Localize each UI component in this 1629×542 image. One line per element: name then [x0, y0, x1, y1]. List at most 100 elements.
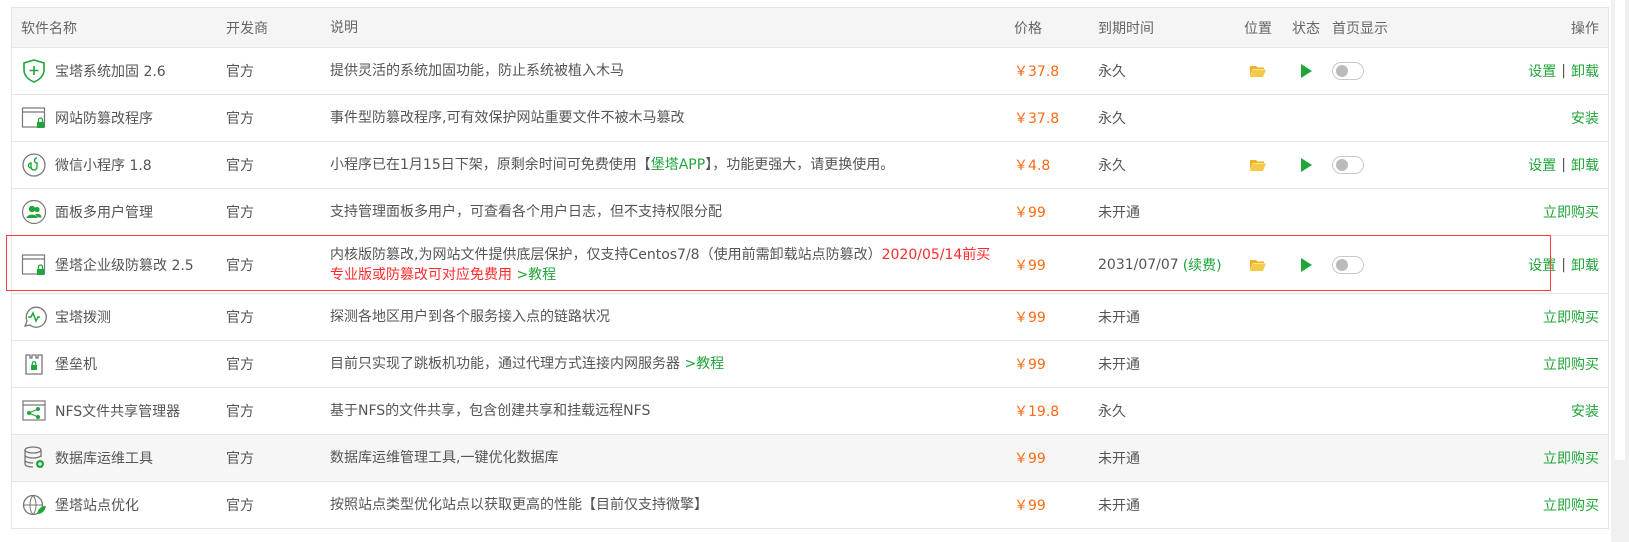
- plugin-dev: 官方: [226, 158, 254, 174]
- folder-icon[interactable]: [1236, 48, 1280, 94]
- col-price[interactable]: 价格: [1014, 8, 1042, 47]
- shield-plus-icon: [21, 58, 47, 84]
- plugin-price: ￥37.8: [1014, 64, 1060, 80]
- plugin-name: 堡塔企业级防篡改 2.5: [55, 257, 194, 274]
- plugin-dev: 官方: [226, 498, 254, 514]
- site-optimize-icon: [21, 492, 47, 518]
- plugin-dev: 官方: [226, 404, 254, 420]
- buy-link[interactable]: 立即购买: [1543, 354, 1599, 374]
- plugin-expiry: 2031/07/07: [1098, 256, 1179, 273]
- mini-program-icon: [21, 152, 47, 178]
- settings-link[interactable]: 设置: [1528, 155, 1556, 175]
- plugin-table: 软件名称 开发商 说明 价格 到期时间 位置 状态 首页显示 操作 宝塔系统加固…: [11, 7, 1609, 529]
- folder-icon[interactable]: [1236, 236, 1280, 293]
- plugin-name: 网站防篡改程序: [55, 111, 153, 127]
- folder-icon[interactable]: [1236, 142, 1280, 188]
- plugin-price: ￥99: [1014, 257, 1046, 274]
- plugin-desc: 小程序已在1月15日下架，原剩余时间可免费使用【堡塔APP】，功能更强大，请更换…: [330, 157, 895, 173]
- table-row: 数据库运维工具 官方 数据库运维管理工具,一键优化数据库 ￥99 未开通 立即购…: [12, 435, 1608, 482]
- uninstall-link[interactable]: 卸载: [1571, 255, 1599, 275]
- settings-link[interactable]: 设置: [1528, 61, 1556, 81]
- buy-link[interactable]: 立即购买: [1543, 307, 1599, 327]
- home-toggle[interactable]: [1332, 156, 1364, 174]
- plugin-name: 微信小程序 1.8: [55, 158, 152, 174]
- table-header: 软件名称 开发商 说明 价格 到期时间 位置 状态 首页显示 操作: [12, 8, 1608, 48]
- table-row: 微信小程序 1.8 官方 小程序已在1月15日下架，原剩余时间可免费使用【堡塔A…: [12, 142, 1608, 189]
- col-location: 位置: [1244, 20, 1272, 37]
- plugin-desc: 按照站点类型优化站点以获取更高的性能【目前仅支持微擎】: [330, 497, 708, 513]
- plugin-name: 堡垒机: [55, 357, 97, 373]
- home-toggle[interactable]: [1332, 62, 1364, 80]
- table-row: 堡塔企业级防篡改 2.5 官方 内核版防篡改,为网站文件提供底层保护，仅支持Ce…: [12, 236, 1608, 294]
- plugin-desc: 内核版防篡改,为网站文件提供底层保护，仅支持Centos7/8（使用前需卸载站点…: [330, 246, 991, 283]
- window-lock-icon: [21, 252, 47, 278]
- plugin-desc: 目前只实现了跳板机功能，通过代理方式连接内网服务器 >教程: [330, 356, 725, 372]
- plugin-dev: 官方: [226, 205, 254, 221]
- plugin-dev: 官方: [226, 111, 254, 127]
- renew-link[interactable]: (续费): [1183, 255, 1222, 275]
- table-row: 堡垒机 官方 目前只实现了跳板机功能，通过代理方式连接内网服务器 >教程 ￥99…: [12, 341, 1608, 388]
- play-icon[interactable]: [1284, 48, 1328, 94]
- share-icon: [21, 398, 47, 424]
- col-dev: 开发商: [226, 20, 268, 37]
- plugin-price: ￥99: [1014, 205, 1046, 221]
- col-name[interactable]: 软件名称: [21, 8, 77, 47]
- plugin-desc: 数据库运维管理工具,一键优化数据库: [330, 450, 559, 466]
- plugin-expiry: 永久: [1098, 158, 1126, 174]
- plugin-price: ￥99: [1014, 357, 1046, 373]
- home-toggle[interactable]: [1332, 255, 1364, 274]
- table-row: NFS文件共享管理器 官方 基于NFS的文件共享，包含创建共享和挂载远程NFS …: [12, 388, 1608, 435]
- plugin-desc: 支持管理面板多用户，可查看各个用户日志，但不支持权限分配: [330, 204, 722, 220]
- plugin-name: NFS文件共享管理器: [55, 404, 181, 420]
- plugin-expiry: 未开通: [1098, 205, 1140, 221]
- plugin-price: ￥37.8: [1014, 111, 1060, 127]
- plugin-dev: 官方: [226, 310, 254, 326]
- app-link[interactable]: 堡塔APP: [651, 157, 705, 173]
- install-link[interactable]: 安装: [1571, 401, 1599, 421]
- col-ops: 操作: [1571, 20, 1599, 37]
- plugin-price: ￥99: [1014, 451, 1046, 467]
- uninstall-link[interactable]: 卸载: [1571, 61, 1599, 81]
- plugin-name: 宝塔系统加固 2.6: [55, 64, 166, 80]
- play-icon[interactable]: [1284, 142, 1328, 188]
- tutorial-link[interactable]: >教程: [680, 356, 724, 372]
- col-desc: 说明: [330, 19, 358, 36]
- buy-link[interactable]: 立即购买: [1543, 448, 1599, 468]
- plugin-price: ￥99: [1014, 310, 1046, 326]
- col-status: 状态: [1292, 20, 1320, 37]
- database-icon: [21, 445, 47, 471]
- plugin-desc: 事件型防篡改程序,可有效保护网站重要文件不被木马篡改: [330, 110, 685, 126]
- plugin-dev: 官方: [226, 257, 254, 274]
- plugin-expiry: 永久: [1098, 404, 1126, 420]
- plugin-dev: 官方: [226, 451, 254, 467]
- scrollbar[interactable]: [1611, 0, 1629, 542]
- table-row: 面板多用户管理 官方 支持管理面板多用户，可查看各个用户日志，但不支持权限分配 …: [12, 189, 1608, 236]
- plugin-expiry: 永久: [1098, 64, 1126, 80]
- users-icon: [21, 199, 47, 225]
- plugin-expiry: 未开通: [1098, 310, 1140, 326]
- window-lock-icon: [21, 105, 47, 131]
- table-row: 宝塔拨测 官方 探测各地区用户到各个服务接入点的链路状况 ￥99 未开通 立即购…: [12, 294, 1608, 341]
- plugin-expiry: 永久: [1098, 111, 1126, 127]
- plugin-price: ￥99: [1014, 498, 1046, 514]
- plugin-desc: 探测各地区用户到各个服务接入点的链路状况: [330, 309, 610, 325]
- buy-link[interactable]: 立即购买: [1543, 202, 1599, 222]
- plugin-dev: 官方: [226, 357, 254, 373]
- col-home: 首页显示: [1332, 20, 1388, 37]
- plugin-price: ￥4.8: [1014, 158, 1051, 174]
- scrollbar-thumb[interactable]: [1615, 0, 1625, 460]
- buy-link[interactable]: 立即购买: [1543, 495, 1599, 515]
- install-link[interactable]: 安装: [1571, 108, 1599, 128]
- plugin-name: 宝塔拨测: [55, 310, 111, 326]
- col-expiry[interactable]: 到期时间: [1098, 8, 1154, 47]
- plugin-desc: 基于NFS的文件共享，包含创建共享和挂载远程NFS: [330, 403, 651, 419]
- table-row: 网站防篡改程序 官方 事件型防篡改程序,可有效保护网站重要文件不被木马篡改 ￥3…: [12, 95, 1608, 142]
- plugin-expiry: 未开通: [1098, 357, 1140, 373]
- plugin-name: 堡塔站点优化: [55, 498, 139, 514]
- tutorial-link[interactable]: >教程: [512, 267, 556, 283]
- table-row: 堡塔站点优化 官方 按照站点类型优化站点以获取更高的性能【目前仅支持微擎】 ￥9…: [12, 482, 1608, 529]
- play-icon[interactable]: [1284, 236, 1328, 293]
- uninstall-link[interactable]: 卸载: [1571, 155, 1599, 175]
- settings-link[interactable]: 设置: [1528, 255, 1556, 275]
- plugin-name: 面板多用户管理: [55, 205, 153, 221]
